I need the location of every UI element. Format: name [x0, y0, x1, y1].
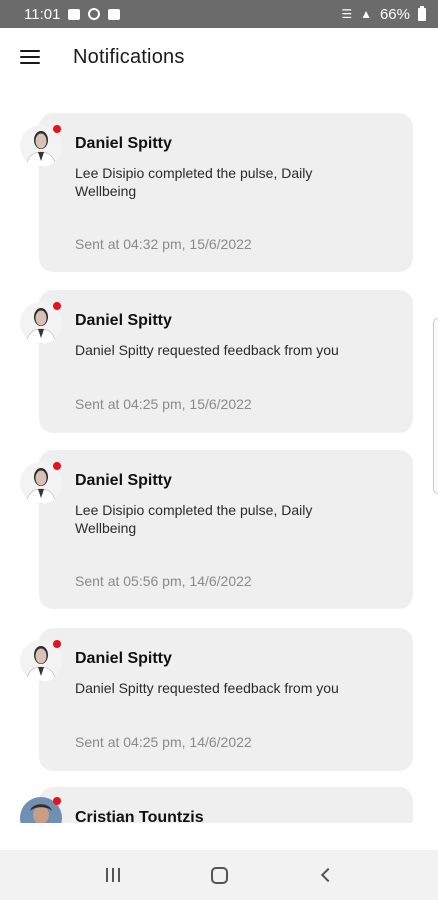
status-right: ☰ ▲ 66%: [341, 5, 426, 23]
sender-name: Daniel Spitty: [75, 135, 172, 152]
home-button[interactable]: [189, 850, 249, 900]
download-icon: [108, 8, 121, 20]
notification-message: Daniel Spitty requested feedback from yo…: [75, 680, 339, 696]
sender-name: Cristian Tountzis: [75, 809, 204, 823]
notification-list[interactable]: Daniel Spitty Lee Disipio completed the …: [0, 95, 438, 823]
status-time: 11:01: [24, 5, 61, 23]
unread-indicator: [53, 797, 61, 805]
edge-panel-handle[interactable]: [433, 318, 438, 494]
notification-app-icon: [68, 8, 81, 20]
notification-timestamp: Sent at 04:32 pm, 15/6/2022: [75, 236, 252, 252]
signal-icon: ▲: [360, 7, 372, 21]
notification-timestamp: Sent at 04:25 pm, 14/6/2022: [75, 734, 252, 750]
notification-message: Lee Disipio completed the pulse, Daily W…: [75, 165, 313, 199]
notification-timestamp: Sent at 04:25 pm, 15/6/2022: [75, 396, 252, 412]
recents-button[interactable]: [83, 850, 143, 900]
back-button[interactable]: [295, 850, 355, 900]
sender-name: Daniel Spitty: [75, 312, 172, 329]
sync-icon: [88, 8, 101, 20]
status-bar: 11:01 ☰ ▲ 66%: [0, 0, 438, 28]
battery-icon: [418, 5, 426, 21]
notification-message: Lee Disipio completed the pulse, Daily W…: [75, 502, 313, 536]
status-left: 11:01: [24, 5, 121, 23]
notification-message: Daniel Spitty requested feedback from yo…: [75, 342, 339, 358]
wifi-icon: ☰: [341, 7, 353, 21]
hamburger-menu-icon: [20, 50, 40, 64]
app-bar: Notifications: [0, 28, 438, 86]
home-icon: [210, 866, 228, 884]
menu-button[interactable]: [0, 28, 60, 86]
page-title: Notifications: [73, 45, 185, 68]
sender-name: Daniel Spitty: [75, 650, 172, 667]
battery-percent: 66%: [379, 5, 410, 23]
recents-icon: [106, 868, 120, 882]
unread-indicator: [53, 640, 61, 648]
unread-indicator: [53, 462, 61, 470]
navigation-bar: [0, 850, 438, 900]
notification-timestamp: Sent at 05:56 pm, 14/6/2022: [75, 573, 252, 589]
unread-indicator: [53, 302, 61, 310]
unread-indicator: [53, 125, 61, 133]
sender-name: Daniel Spitty: [75, 472, 172, 489]
back-icon: [320, 867, 336, 883]
